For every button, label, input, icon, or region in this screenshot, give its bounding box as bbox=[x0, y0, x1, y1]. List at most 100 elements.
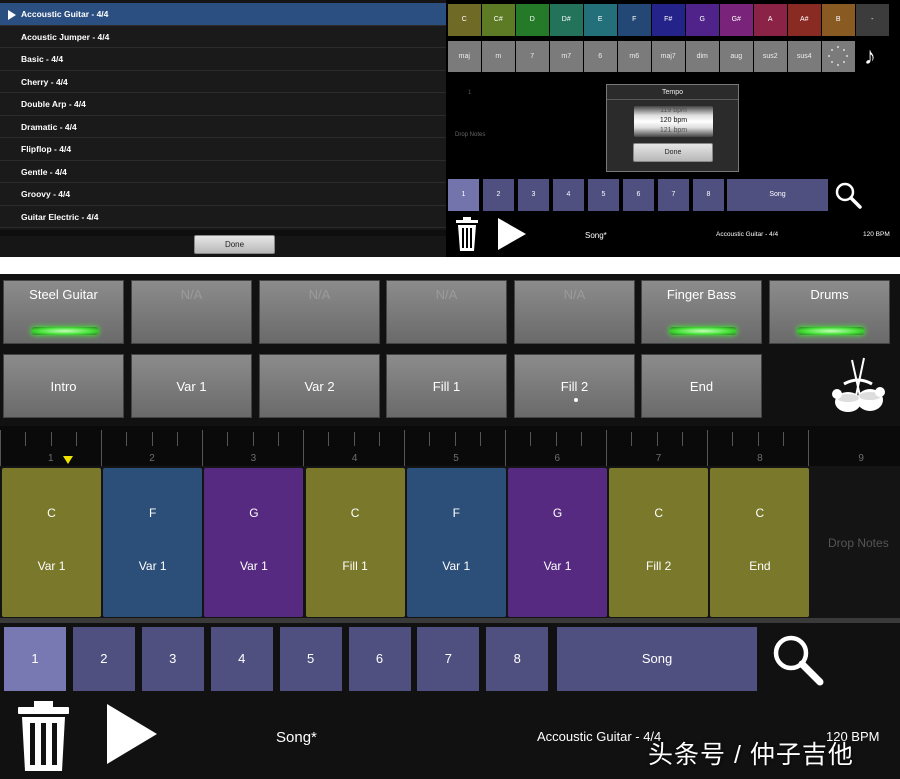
style-list-item[interactable]: Acoustic Jumper - 4/4 bbox=[0, 25, 446, 48]
chord-quality-button[interactable]: m7 bbox=[550, 41, 583, 72]
mini-search-icon[interactable] bbox=[834, 181, 862, 209]
chord-block[interactable]: G Var 1 bbox=[508, 468, 607, 617]
note-button[interactable]: C# bbox=[482, 4, 515, 36]
note-button[interactable]: C bbox=[448, 4, 481, 36]
style-list-item[interactable]: Accoustic Guitar - 4/4 bbox=[0, 3, 446, 26]
mini-bar-button[interactable]: 5 bbox=[588, 179, 619, 211]
bar-button[interactable]: 3 bbox=[141, 627, 204, 691]
instrument-button[interactable]: N/A bbox=[386, 280, 507, 344]
style-list-item[interactable]: Gentle - 4/4 bbox=[0, 160, 446, 183]
section-button[interactable]: Fill 2 bbox=[514, 354, 635, 418]
section-label: Fill 2 bbox=[560, 379, 589, 394]
more-options-icon[interactable] bbox=[822, 41, 855, 72]
mini-bar-button[interactable]: 3 bbox=[518, 179, 549, 211]
chord-quality-button[interactable]: 7 bbox=[516, 41, 549, 72]
music-note-icon[interactable]: ♪ bbox=[864, 42, 876, 72]
chord-quality-button[interactable]: 6 bbox=[584, 41, 617, 72]
bar-button[interactable]: 1 bbox=[4, 627, 66, 691]
chord-quality-button[interactable]: sus2 bbox=[754, 41, 787, 72]
mini-song-button[interactable]: Song bbox=[727, 179, 828, 211]
chord-block[interactable]: F Var 1 bbox=[103, 468, 203, 617]
mini-bar-button[interactable]: 2 bbox=[483, 179, 514, 211]
chord-quality-button[interactable]: maj bbox=[448, 41, 481, 72]
chord-lane[interactable]: Drop Notes C Var 1 F Var 1 G Var 1 C Fill 1 F Var… bbox=[0, 466, 900, 619]
style-list-item[interactable]: Flipflop - 4/4 bbox=[0, 138, 446, 161]
mini-bar-button[interactable]: 8 bbox=[693, 179, 724, 211]
chord-section: Var 1 bbox=[138, 559, 167, 573]
mini-play-icon[interactable] bbox=[498, 218, 526, 250]
section-button[interactable]: Fill 1 bbox=[386, 354, 507, 418]
trash-icon[interactable] bbox=[15, 699, 72, 772]
style-done-button[interactable]: Done bbox=[194, 235, 275, 254]
section-button[interactable]: Intro bbox=[3, 354, 124, 418]
chord-block[interactable]: G Var 1 bbox=[204, 468, 304, 617]
play-icon[interactable] bbox=[107, 704, 157, 764]
instrument-button[interactable]: N/A bbox=[259, 280, 380, 344]
style-list-item[interactable]: Guitar Electric - 4/4 bbox=[0, 205, 446, 228]
bar-ruler[interactable]: 1 2 3 4 5 6 7 8 9 bbox=[0, 426, 900, 466]
bar-button[interactable]: 5 bbox=[279, 627, 342, 691]
drums-icon[interactable] bbox=[830, 356, 886, 418]
note-button[interactable]: D# bbox=[550, 4, 583, 36]
chord-lane-scrollbar[interactable] bbox=[0, 618, 900, 623]
chord-block[interactable]: C End bbox=[710, 468, 810, 617]
chord-block[interactable]: C Fill 2 bbox=[609, 468, 709, 617]
style-list-item-label: Gentle - 4/4 bbox=[21, 166, 67, 177]
note-button[interactable]: G# bbox=[720, 4, 753, 36]
section-button[interactable]: Var 2 bbox=[259, 354, 380, 418]
playhead-marker[interactable] bbox=[63, 456, 73, 464]
note-button[interactable]: D bbox=[516, 4, 549, 36]
section-indicator-dot bbox=[574, 398, 578, 402]
song-button[interactable]: Song bbox=[557, 627, 757, 691]
note-button[interactable]: - bbox=[856, 4, 889, 36]
chord-quality-button[interactable]: m6 bbox=[618, 41, 651, 72]
style-list-item[interactable]: Double Arp - 4/4 bbox=[0, 93, 446, 116]
mini-bar-button[interactable]: 4 bbox=[553, 179, 584, 211]
note-button[interactable]: A bbox=[754, 4, 787, 36]
bar-button[interactable]: 6 bbox=[348, 627, 411, 691]
tempo-value-prev: 119 bpm bbox=[660, 107, 687, 114]
mini-bar-button[interactable]: 1 bbox=[448, 179, 479, 211]
chord-quality-button[interactable]: aug bbox=[720, 41, 753, 72]
instrument-button[interactable]: N/A bbox=[131, 280, 252, 344]
mini-bar-button[interactable]: 6 bbox=[623, 179, 654, 211]
note-button[interactable]: A# bbox=[788, 4, 821, 36]
section-button[interactable]: Var 1 bbox=[131, 354, 252, 418]
mini-trash-icon[interactable] bbox=[454, 216, 480, 252]
instrument-button[interactable]: Steel Guitar bbox=[3, 280, 124, 344]
note-button[interactable]: F bbox=[618, 4, 651, 36]
bar-button[interactable]: 2 bbox=[72, 627, 135, 691]
style-list-item-label: Guitar Electric - 4/4 bbox=[21, 211, 99, 222]
tempo-picker-wheel[interactable]: 119 bpm 120 bpm 121 bpm bbox=[634, 106, 713, 137]
quality-row: maj m 7 m7 6 m6 maj7 dim aug sus2 sus4 bbox=[448, 41, 856, 72]
style-list-item[interactable]: Dramatic - 4/4 bbox=[0, 115, 446, 138]
instrument-button[interactable]: Finger Bass bbox=[641, 280, 762, 344]
chord-block[interactable]: C Var 1 bbox=[2, 468, 101, 617]
style-list-item-label: Flipflop - 4/4 bbox=[21, 144, 72, 154]
note-button[interactable]: F# bbox=[652, 4, 685, 36]
chord-quality-button[interactable]: maj7 bbox=[652, 41, 685, 72]
chord-quality-button[interactable]: m bbox=[482, 41, 515, 72]
instrument-button[interactable]: N/A bbox=[514, 280, 635, 344]
chord-block[interactable]: F Var 1 bbox=[406, 468, 506, 617]
search-icon[interactable] bbox=[770, 632, 826, 688]
style-list-item[interactable]: Groovy - 4/4 bbox=[0, 183, 446, 206]
note-button[interactable]: G bbox=[686, 4, 719, 36]
instrument-button[interactable]: Drums bbox=[769, 280, 890, 344]
bar-button[interactable]: 7 bbox=[417, 627, 480, 691]
section-button[interactable]: End bbox=[641, 354, 762, 418]
chord-quality-button[interactable]: sus4 bbox=[788, 41, 821, 72]
note-button[interactable]: B bbox=[822, 4, 855, 36]
chord-block[interactable]: C Fill 1 bbox=[305, 468, 405, 617]
mini-drop-notes-label: Drop Notes bbox=[455, 132, 486, 138]
mini-bar-row: 12345678 bbox=[448, 179, 728, 211]
note-button[interactable]: E bbox=[584, 4, 617, 36]
style-list-item[interactable]: Basic - 4/4 bbox=[0, 48, 446, 71]
mini-bar-button[interactable]: 7 bbox=[658, 179, 689, 211]
tempo-done-button[interactable]: Done bbox=[633, 143, 713, 162]
bar-button[interactable]: 4 bbox=[210, 627, 273, 691]
style-list-item[interactable]: Cherry - 4/4 bbox=[0, 70, 446, 93]
chord-quality-button[interactable]: dim bbox=[686, 41, 719, 72]
chord-section: Var 1 bbox=[442, 559, 471, 573]
bar-button[interactable]: 8 bbox=[486, 627, 549, 691]
